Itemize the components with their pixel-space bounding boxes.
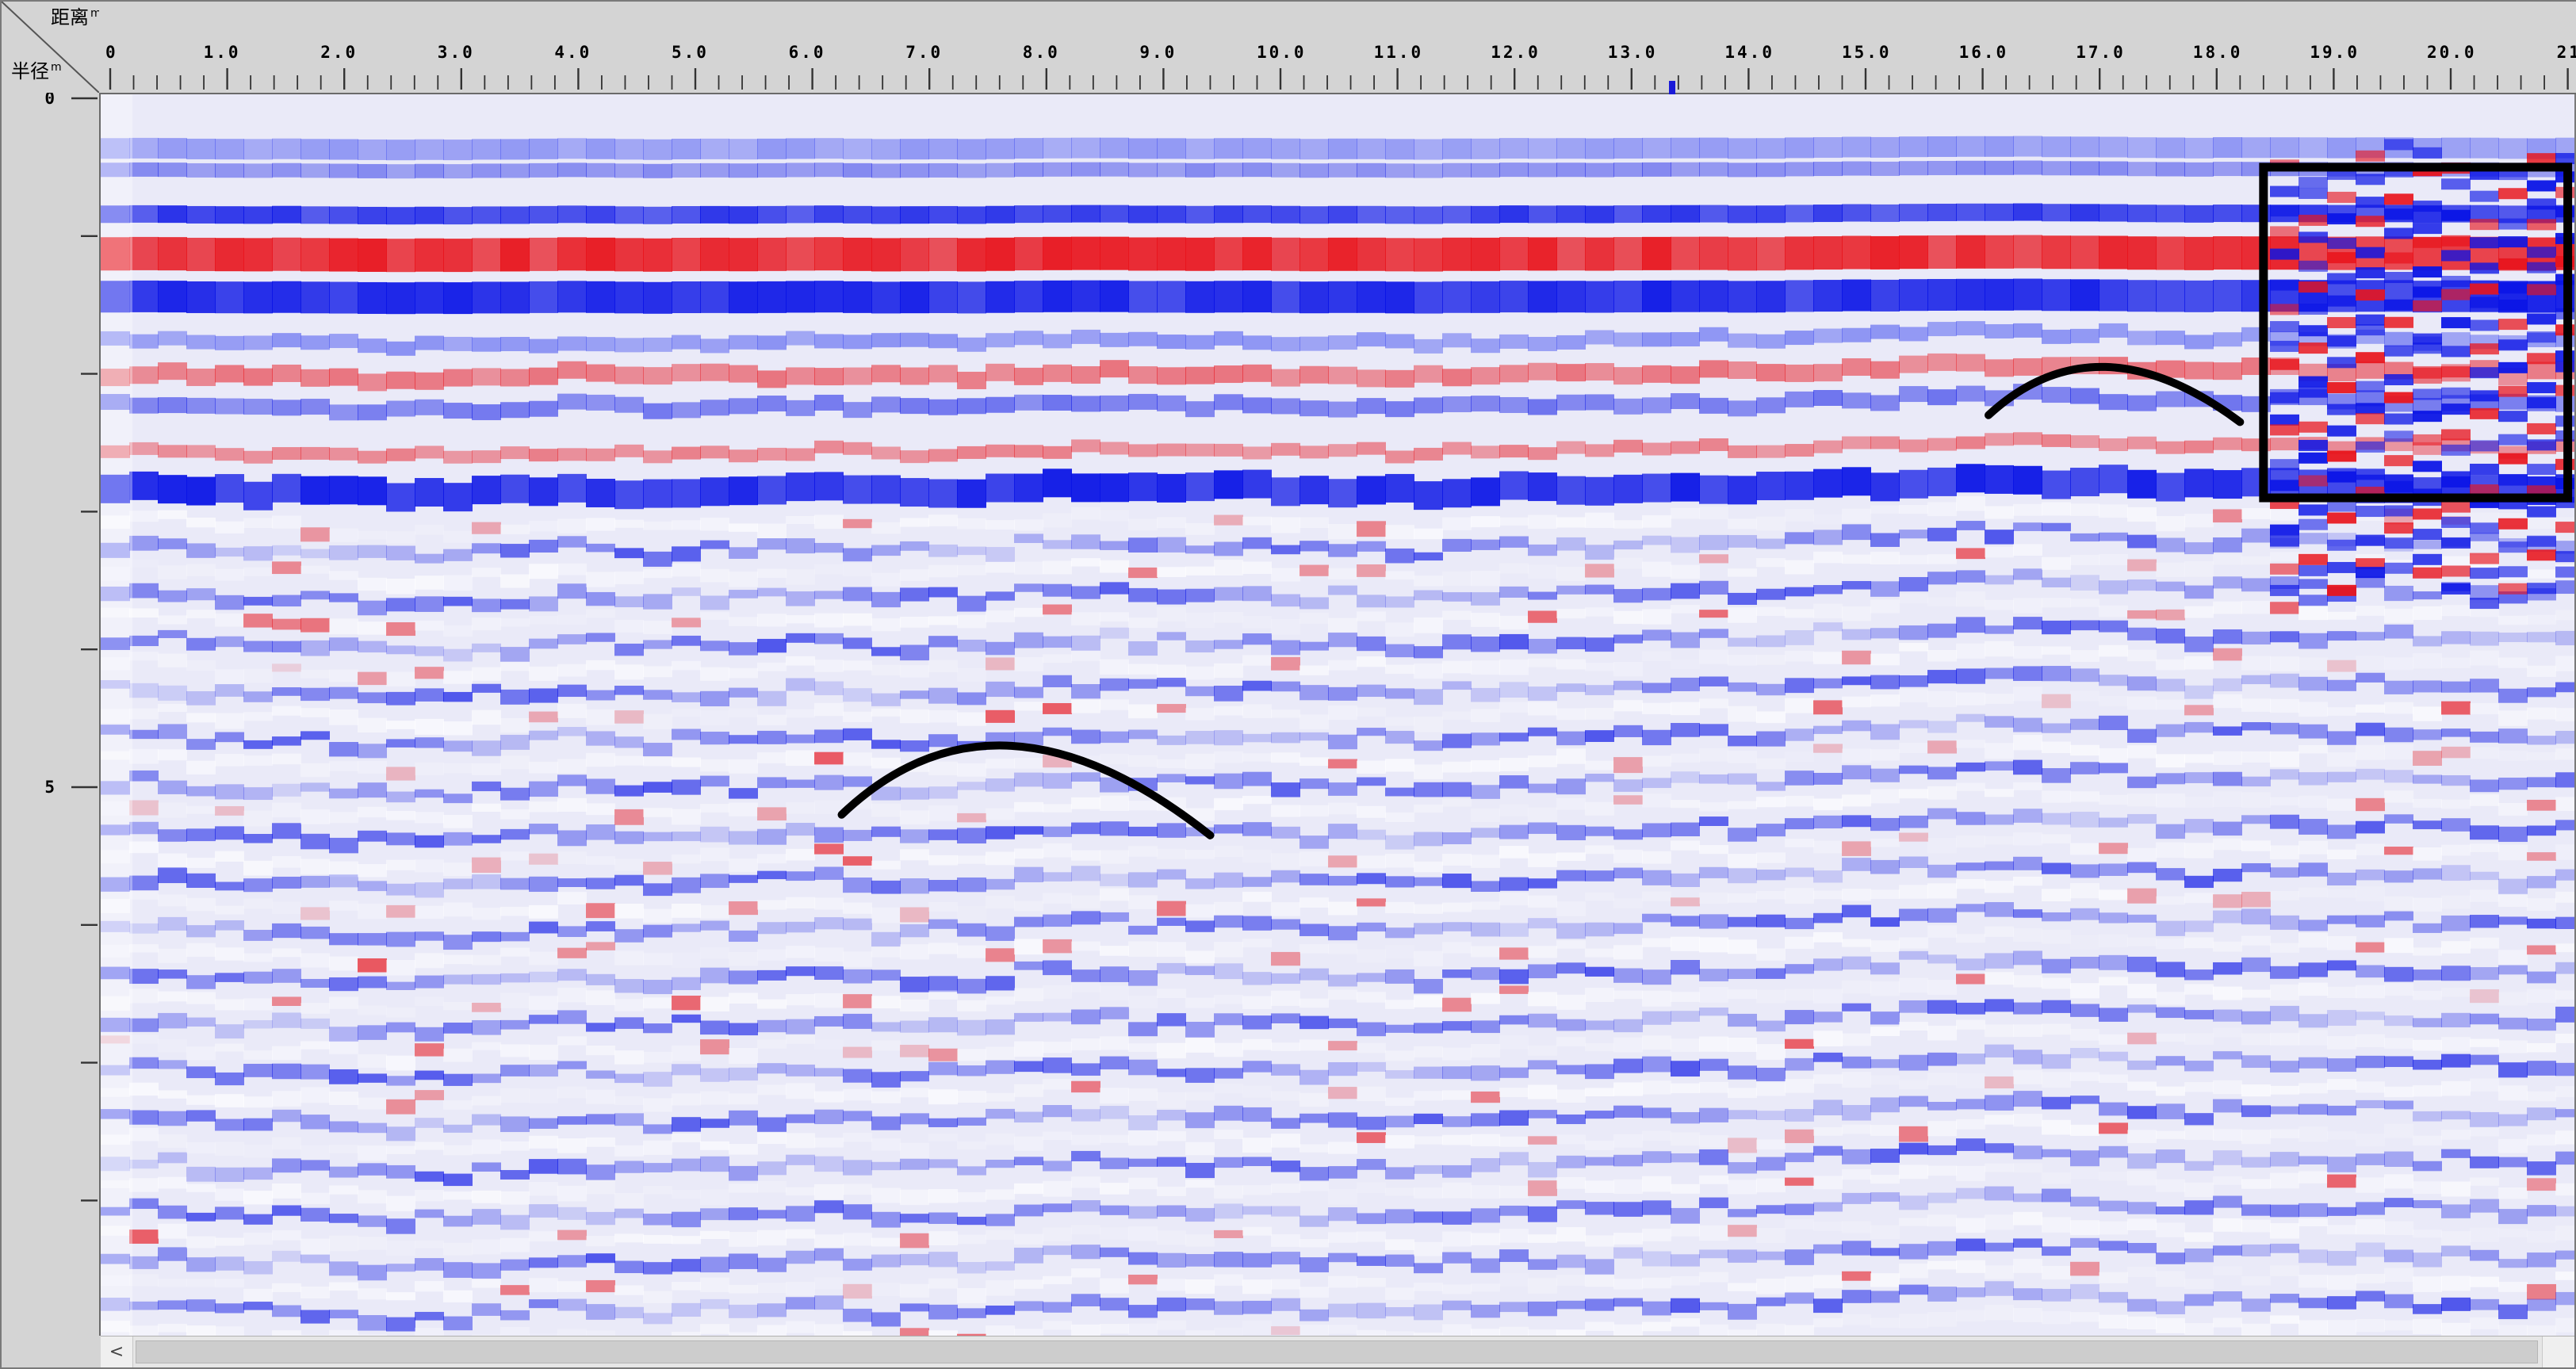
x-tick-label: 0 — [105, 43, 118, 62]
scroll-thumb[interactable] — [136, 1340, 2538, 1363]
x-tick-label: 20.0 — [2427, 43, 2477, 62]
x-tick-label: 17.0 — [2076, 43, 2126, 62]
chevron-left-icon: < — [109, 1342, 124, 1362]
x-tick-label: 4.0 — [554, 43, 592, 62]
x-tick-label: 3.0 — [437, 43, 475, 62]
x-tick-label: 19.0 — [2310, 43, 2360, 62]
x-tick-label: 18.0 — [2192, 43, 2243, 62]
scroll-right-button[interactable] — [2542, 1336, 2574, 1367]
x-tick-label: 8.0 — [1022, 43, 1060, 62]
x-tick-label: 1.0 — [203, 43, 241, 62]
x-tick-label: 7.0 — [905, 43, 944, 62]
scroll-left-button[interactable]: < — [101, 1336, 133, 1367]
x-tick-label: 11.0 — [1373, 43, 1424, 62]
x-tick-label: 21 — [2556, 43, 2576, 62]
horizontal-scrollbar[interactable]: < — [101, 1336, 2574, 1367]
depth-ruler: 05 — [2, 93, 101, 1336]
hyperbola-lower-middle — [837, 741, 1215, 839]
x-axis-title: 距离 m — [51, 6, 101, 29]
radar-profile-window: 距离 m 半径 m 0 1.0 2.0 3.0 4.0 5.0 6.0 7.0 8.0 9.0 10.0… — [0, 0, 2576, 1369]
x-tick-label: 16.0 — [1958, 43, 2009, 62]
y-axis-title: 半径 m — [11, 60, 62, 82]
x-tick-label: 13.0 — [1607, 43, 1658, 62]
x-tick-label: 5.0 — [672, 43, 709, 62]
x-tick-label: 15.0 — [1842, 43, 1892, 62]
x-tick-label: 10.0 — [1257, 43, 1307, 62]
x-tick-label: 2.0 — [320, 43, 358, 62]
hyperbola-upper-right — [1984, 362, 2245, 426]
y-tick-label: 5 — [44, 778, 55, 797]
y-tick-label: 0 — [44, 93, 55, 108]
x-tick-label: 14.0 — [1724, 43, 1774, 62]
distance-ruler: 0 1.0 2.0 3.0 4.0 5.0 6.0 7.0 8.0 9.0 10.0 11.0 12.0… — [99, 2, 2576, 94]
radargram-plot[interactable] — [101, 94, 2574, 1336]
x-tick-label: 12.0 — [1491, 43, 1541, 62]
position-marker[interactable] — [1669, 81, 1676, 95]
annotation-layer — [837, 163, 2573, 839]
x-tick-label: 9.0 — [1139, 43, 1177, 62]
x-tick-label: 6.0 — [788, 43, 826, 62]
axis-corner: 距离 m 半径 m — [2, 2, 101, 93]
anomaly-box — [2259, 163, 2573, 503]
depth-ruler-ticks — [71, 97, 98, 1202]
